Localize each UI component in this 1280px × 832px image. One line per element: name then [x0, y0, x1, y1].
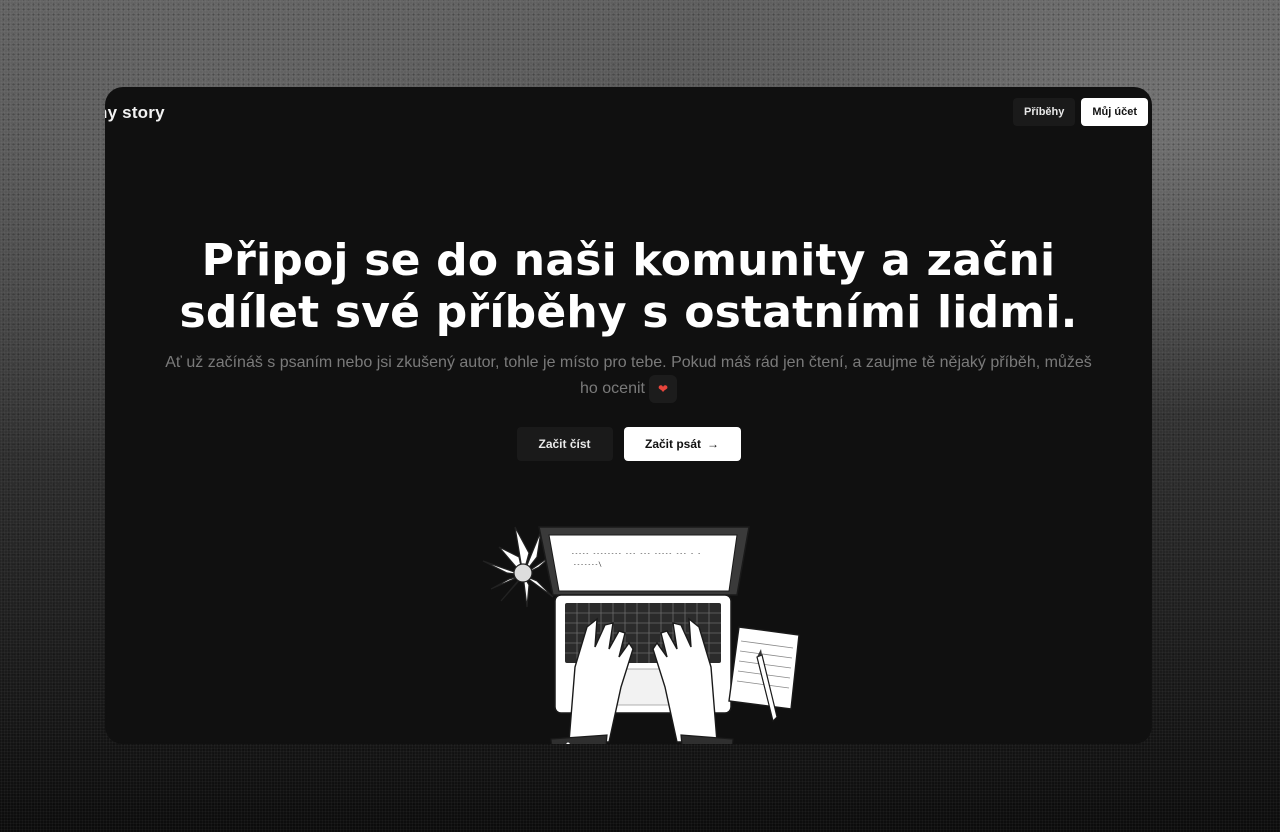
hero-subtitle: Ať už začínáš s psaním nebo jsi zkušený …	[164, 351, 1094, 403]
start-writing-label: Začit psát	[644, 437, 701, 451]
laptop-illustration: ----- -------- --- --- ----- --- - - ---…	[482, 526, 800, 744]
logo[interactable]: ny story	[105, 103, 165, 123]
top-nav: Příběhy Můj účet	[1013, 98, 1148, 126]
nav-account-button[interactable]: Můj účet	[1081, 98, 1148, 126]
hero-section: Připoj se do naši komunity a začni sdíle…	[105, 235, 1152, 461]
start-reading-label: Začit číst	[538, 437, 591, 451]
screen-line-1: ----- -------- --- --- ----- --- - -	[571, 550, 701, 557]
cta-buttons: Začit číst Začit psát →	[105, 427, 1152, 461]
flower-icon: ✿	[563, 740, 573, 744]
start-writing-button[interactable]: Začit psát →	[623, 427, 741, 461]
nav-stories-button[interactable]: Příběhy	[1013, 98, 1076, 126]
heart-icon: ❤	[648, 375, 677, 403]
arrow-right-icon: →	[707, 437, 719, 451]
screen-line-2: -------\	[573, 561, 602, 568]
start-reading-button[interactable]: Začit číst	[516, 427, 613, 461]
hero-subtitle-text: Ať už začínáš s psaním nebo jsi zkušený …	[165, 354, 1092, 398]
hero-title: Připoj se do naši komunity a začni sdíle…	[179, 235, 1078, 338]
app-window: ny story Příběhy Můj účet Připoj se do n…	[105, 87, 1152, 744]
